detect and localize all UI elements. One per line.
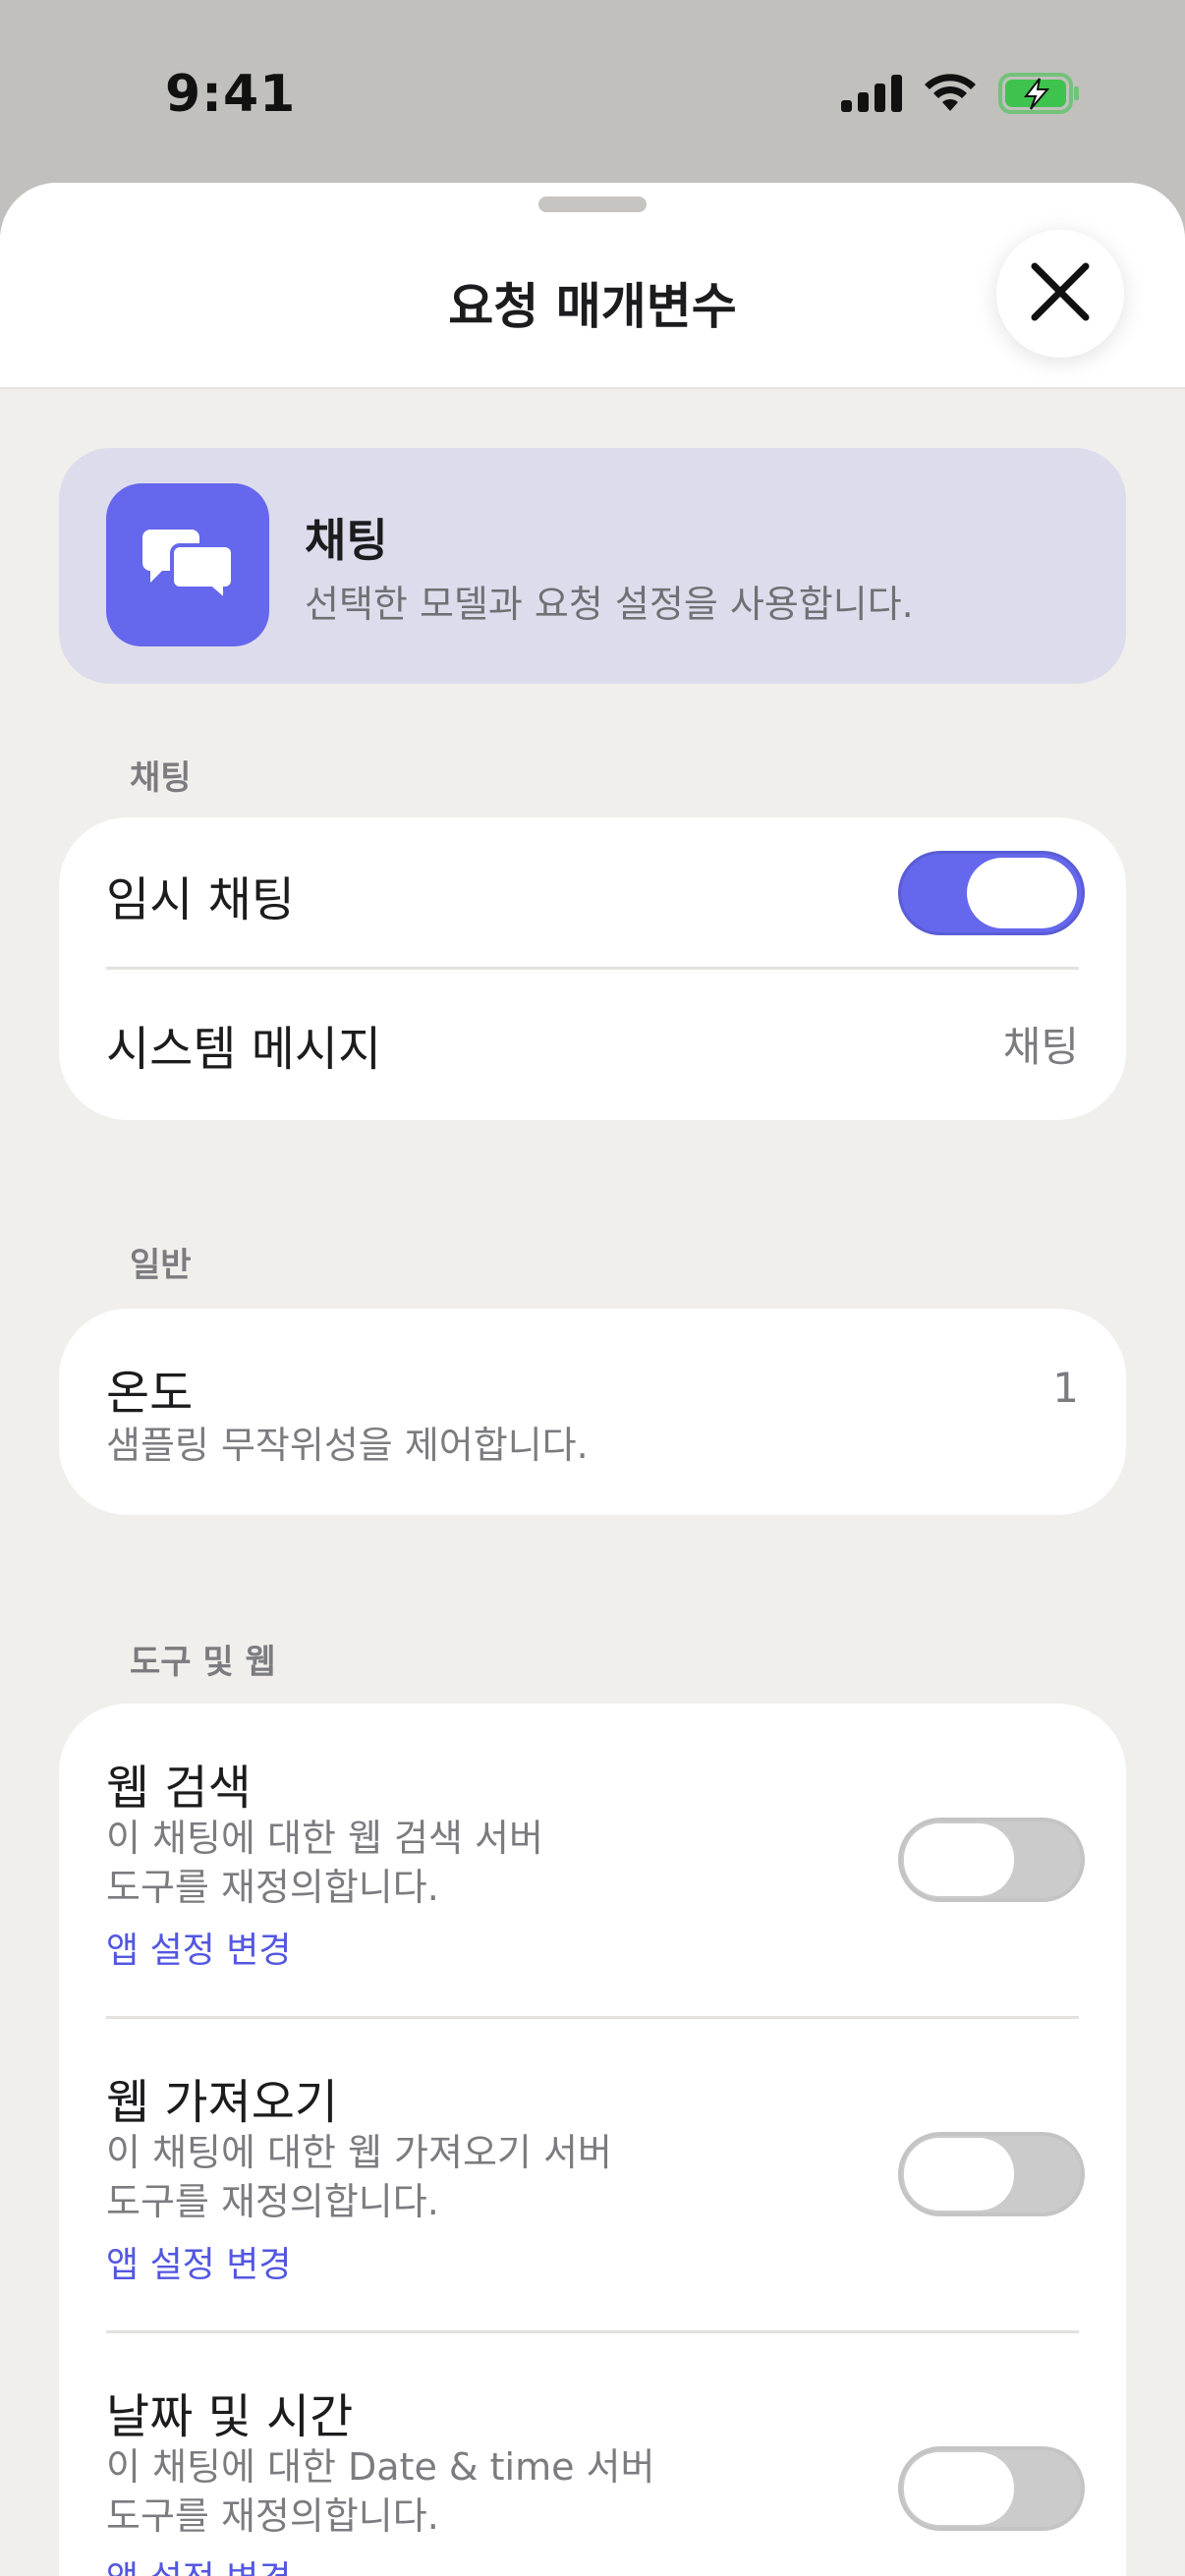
- toggle-knob: [904, 1823, 1014, 1896]
- temp-chat-toggle[interactable]: [898, 851, 1085, 935]
- system-message-label: 시스템 메시지: [106, 1022, 382, 1077]
- toggle-knob: [904, 2452, 1014, 2525]
- web-search-desc-line1: 이 채팅에 대한 웹 검색 서버: [106, 1817, 543, 1860]
- chat-settings-group: 임시 채팅 시스템 메시지 채팅: [59, 817, 1126, 1120]
- web-fetch-app-settings-link[interactable]: 앱 설정 변경: [106, 2236, 292, 2287]
- web-fetch-title: 웹 가져오기: [106, 2075, 339, 2130]
- sheet-grabber[interactable]: [538, 196, 647, 212]
- web-fetch-row[interactable]: 웹 가져오기 이 채팅에 대한 웹 가져오기 서버 도구를 재정의합니다. 앱 …: [59, 2018, 1126, 2330]
- status-time: 9:41: [165, 65, 297, 124]
- date-time-title: 날짜 및 시간: [106, 2389, 354, 2444]
- date-time-desc-line2: 도구를 재정의합니다.: [106, 2494, 439, 2538]
- date-time-app-settings-link[interactable]: 앱 설정 변경: [106, 2550, 292, 2576]
- temperature-description: 샘플링 무작위성을 제어합니다.: [106, 1424, 589, 1467]
- toggle-knob: [967, 858, 1077, 928]
- temperature-value: 1: [1052, 1364, 1079, 1412]
- status-icons: [841, 73, 1081, 118]
- mode-description: 선택한 모델과 요청 설정을 사용합니다.: [305, 583, 914, 626]
- web-fetch-toggle[interactable]: [898, 2132, 1085, 2216]
- web-search-toggle[interactable]: [898, 1818, 1085, 1902]
- section-label-chat: 채팅: [130, 758, 192, 798]
- chat-bubbles-icon: [141, 524, 235, 606]
- date-time-desc-line1: 이 채팅에 대한 Date & time 서버: [106, 2445, 655, 2489]
- mode-icon-tile: [106, 483, 269, 646]
- wifi-icon: [924, 74, 977, 117]
- date-time-toggle[interactable]: [898, 2446, 1085, 2531]
- web-search-row[interactable]: 웹 검색 이 채팅에 대한 웹 검색 서버 도구를 재정의합니다. 앱 설정 변…: [59, 1704, 1126, 2016]
- temp-chat-row[interactable]: 임시 채팅: [59, 817, 1126, 969]
- section-label-general: 일반: [130, 1246, 192, 1285]
- cellular-signal-icon: [841, 75, 902, 116]
- sheet-header: 요청 매개변수: [0, 183, 1185, 389]
- system-message-value: 채팅: [1002, 1023, 1079, 1071]
- temperature-label: 온도: [106, 1366, 194, 1421]
- chat-mode-card[interactable]: 채팅 선택한 모델과 요청 설정을 사용합니다.: [59, 448, 1126, 684]
- section-label-tools: 도구 및 웹: [130, 1643, 276, 1682]
- web-search-app-settings-link[interactable]: 앱 설정 변경: [106, 1922, 292, 1973]
- request-parameters-sheet: 요청 매개변수 채팅 선택한 모델과 요청 설정을 사용합니다. 채팅 임시 채…: [0, 183, 1185, 2576]
- system-message-row[interactable]: 시스템 메시지 채팅: [59, 969, 1126, 1120]
- close-icon: [1029, 260, 1092, 327]
- tools-settings-group: 웹 검색 이 채팅에 대한 웹 검색 서버 도구를 재정의합니다. 앱 설정 변…: [59, 1704, 1126, 2576]
- status-bar: 9:41: [0, 0, 1185, 183]
- temp-chat-label: 임시 채팅: [106, 872, 295, 927]
- general-settings-group: 온도 샘플링 무작위성을 제어합니다. 1: [59, 1309, 1126, 1515]
- web-fetch-desc-line1: 이 채팅에 대한 웹 가져오기 서버: [106, 2131, 612, 2174]
- date-time-row[interactable]: 날짜 및 시간 이 채팅에 대한 Date & time 서버 도구를 재정의합…: [59, 2332, 1126, 2576]
- mode-title: 채팅: [305, 514, 388, 567]
- web-search-desc-line2: 도구를 재정의합니다.: [106, 1866, 439, 1909]
- close-button[interactable]: [996, 230, 1124, 358]
- web-search-title: 웹 검색: [106, 1761, 252, 1816]
- web-fetch-desc-line2: 도구를 재정의합니다.: [106, 2180, 439, 2223]
- temperature-row[interactable]: 온도 샘플링 무작위성을 제어합니다. 1: [59, 1309, 1126, 1515]
- battery-charging-icon: [998, 73, 1081, 118]
- toggle-knob: [904, 2138, 1014, 2211]
